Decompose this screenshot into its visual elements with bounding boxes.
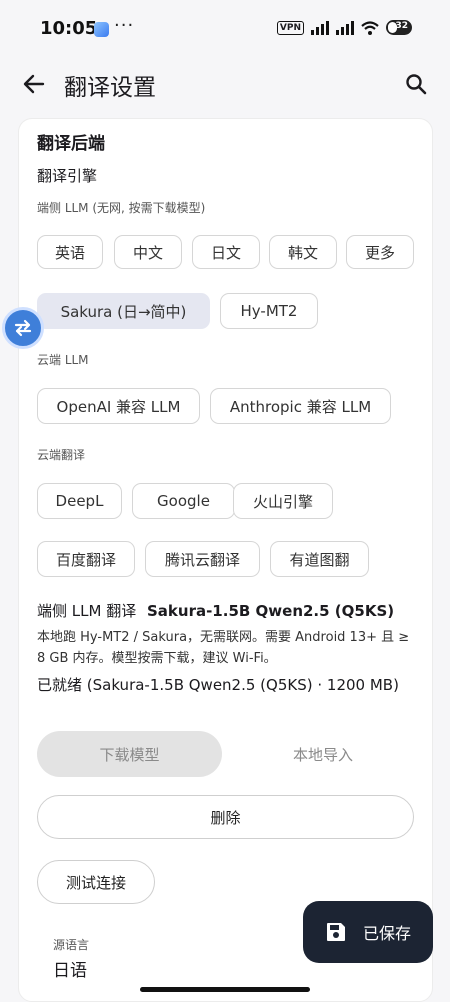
section-title: 翻译后端 — [37, 134, 105, 154]
saved-label: 已保存 — [362, 924, 411, 943]
chip-tencent[interactable]: 腾讯云翻译 — [145, 541, 260, 577]
signal-icon-2 — [336, 20, 354, 35]
chip-sakura[interactable]: Sakura (日→简中) — [37, 293, 210, 329]
battery-level: 32 — [395, 21, 408, 31]
page-title: 翻译设置 — [64, 75, 156, 101]
search-button[interactable] — [402, 70, 430, 98]
wifi-icon — [361, 20, 379, 35]
status-time: 10:05 — [40, 18, 98, 39]
chip-deepl[interactable]: DeepL — [37, 483, 122, 519]
more-notifications-icon: ··· — [114, 15, 135, 36]
cloud-llm-label: 云端 LLM — [37, 353, 89, 367]
swap-icon — [14, 319, 32, 337]
chip-google[interactable]: Google — [132, 483, 235, 519]
model-status: 已就绪 (Sakura-1.5B Qwen2.5 (Q5KS) · 1200 M… — [37, 676, 399, 694]
search-icon — [406, 74, 427, 95]
cloud-translate-label: 云端翻译 — [37, 448, 86, 462]
signal-icon — [311, 20, 329, 35]
chip-lang-more[interactable]: 更多 — [346, 235, 414, 269]
delete-button[interactable]: 删除 — [37, 795, 414, 839]
save-icon — [326, 923, 345, 941]
chip-youdao[interactable]: 有道图翻 — [270, 541, 369, 577]
status-indicators: VPN 32 — [276, 20, 412, 35]
local-translation-title: 端侧 LLM 翻译 — [37, 602, 137, 620]
chip-hy-mt2[interactable]: Hy-MT2 — [220, 293, 318, 329]
battery-icon: 32 — [386, 20, 412, 35]
chip-lang-japanese[interactable]: 日文 — [192, 235, 260, 269]
saved-button[interactable]: 已保存 — [303, 901, 433, 963]
swap-floating-button[interactable] — [2, 307, 44, 349]
chip-anthropic-llm[interactable]: Anthropic 兼容 LLM — [210, 388, 391, 424]
chip-openai-llm[interactable]: OpenAI 兼容 LLM — [37, 388, 200, 424]
source-language-value[interactable]: 日语 — [53, 956, 87, 981]
chip-volcano[interactable]: 火山引擎 — [233, 483, 333, 519]
local-import-button[interactable]: 本地导入 — [233, 731, 413, 777]
test-connection-button[interactable]: 测试连接 — [37, 860, 155, 904]
chip-lang-korean[interactable]: 韩文 — [269, 235, 337, 269]
local-translation-description: 本地跑 Hy-MT2 / Sakura，无需联网。需要 Android 13+ … — [37, 630, 410, 666]
vpn-icon: VPN — [276, 20, 304, 35]
home-indicator[interactable] — [140, 987, 310, 992]
settings-card: 翻译后端 翻译引擎 端侧 LLM (无网, 按需下载模型) 英语 中文 日文 韩… — [18, 118, 433, 1002]
back-button[interactable] — [20, 70, 48, 98]
local-translation-model: Sakura-1.5B Qwen2.5 (Q5KS) — [146, 602, 395, 620]
source-language-label: 源语言 — [53, 938, 90, 952]
chip-baidu[interactable]: 百度翻译 — [37, 541, 135, 577]
engine-label: 翻译引擎 — [37, 167, 98, 185]
chip-lang-english[interactable]: 英语 — [37, 235, 103, 269]
local-llm-label: 端侧 LLM (无网, 按需下载模型) — [37, 201, 206, 215]
status-bar: 10:05 ··· VPN 32 — [0, 0, 450, 58]
arrow-left-icon — [23, 74, 45, 94]
app-bar: 翻译设置 — [0, 58, 450, 110]
local-translation-label: 端侧 LLM 翻译 Sakura-1.5B Qwen2.5 (Q5KS) — [37, 600, 394, 621]
chip-lang-chinese[interactable]: 中文 — [114, 235, 182, 269]
download-model-button[interactable]: 下载模型 — [37, 731, 222, 777]
app-notification-icon — [94, 22, 109, 37]
